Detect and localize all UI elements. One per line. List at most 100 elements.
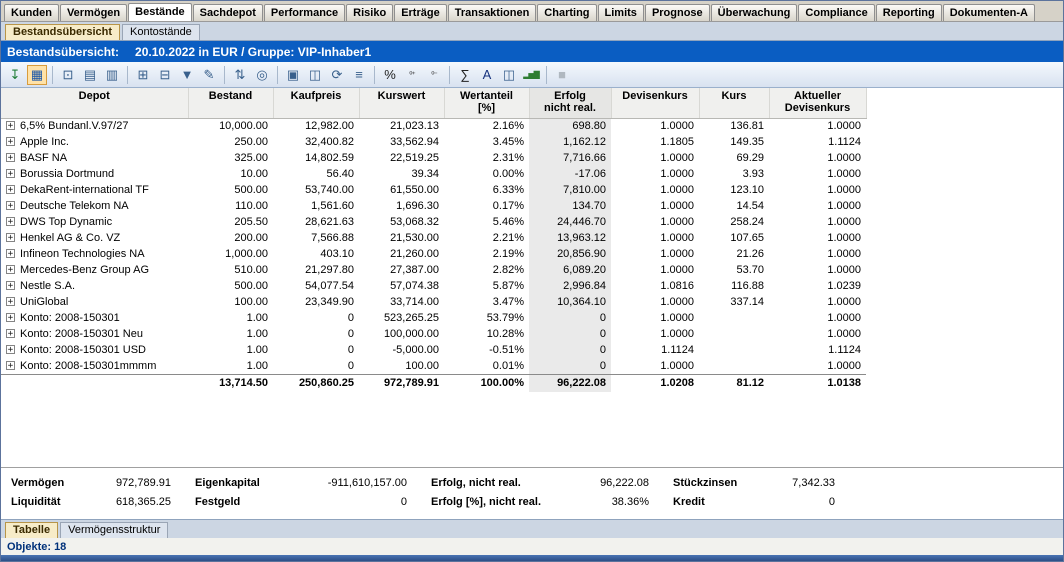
font-icon[interactable]: A (477, 65, 497, 85)
col-header-kurs[interactable]: Kurs (699, 88, 769, 118)
bottomtab-vermoegensstruktur[interactable]: Vermögensstruktur (60, 522, 168, 538)
expand-icon[interactable]: + (6, 169, 15, 178)
col-header-kurswert[interactable]: Kurswert (359, 88, 444, 118)
depot-name: Apple Inc. (20, 136, 69, 148)
tab-charting[interactable]: Charting (537, 4, 596, 21)
table-row[interactable]: +Apple Inc.250.0032,400.8233,562.943.45%… (1, 134, 866, 150)
table-row[interactable]: +DWS Top Dynamic205.5028,621.6353,068.32… (1, 214, 866, 230)
table-row[interactable]: +Henkel AG & Co. VZ200.007,566.8821,530.… (1, 230, 866, 246)
tab-ertraege[interactable]: Erträge (394, 4, 447, 21)
search-icon[interactable]: ◎ (252, 65, 272, 85)
tab-dokumenten-a[interactable]: Dokumenten-A (943, 4, 1035, 21)
split-view-icon[interactable]: ◫ (305, 65, 325, 85)
bottom-tab-bar: TabelleVermögensstruktur (1, 519, 1063, 538)
tab-sachdepot[interactable]: Sachdepot (193, 4, 263, 21)
col-header-wertanteil[interactable]: Wertanteil [%] (444, 88, 529, 118)
decimal-remove-icon[interactable]: ⁰⁻ (424, 65, 444, 85)
expand-all-icon[interactable]: ⊞ (133, 65, 153, 85)
expand-icon[interactable]: + (6, 281, 15, 290)
sub-tab-bar: BestandsübersichtKontostände (1, 22, 1063, 41)
table-row[interactable]: +DekaRent-international TF500.0053,740.0… (1, 182, 866, 198)
table-row[interactable]: +Infineon Technologies NA1,000.00403.102… (1, 246, 866, 262)
filter-edit-icon[interactable]: ✎ (199, 65, 219, 85)
table-layout-icon[interactable]: ▦ (27, 65, 47, 85)
columns-icon[interactable]: ▥ (102, 65, 122, 85)
table-row[interactable]: +Mercedes-Benz Group AG510.0021,297.8027… (1, 262, 866, 278)
table-row[interactable]: +UniGlobal100.0023,349.9033,714.003.47%1… (1, 294, 866, 310)
tab-reporting[interactable]: Reporting (876, 4, 942, 21)
subtab-bestandsuebersicht[interactable]: Bestandsübersicht (5, 24, 120, 40)
expand-icon[interactable]: + (6, 249, 15, 258)
expand-icon[interactable]: + (6, 329, 15, 338)
col-header-erfolg-nicht-real[interactable]: Erfolg nicht real. (529, 88, 611, 118)
col-header-aktueller-devisenkurs[interactable]: Aktueller Devisenkurs (769, 88, 866, 118)
summary-panel: Vermögen972,789.91Eigenkapital-911,610,1… (1, 467, 1063, 519)
expand-icon[interactable]: + (6, 361, 15, 370)
toolbar-separator (374, 66, 375, 84)
summary-liquiditaet: Liquidität618,365.25 (11, 496, 171, 508)
menu-icon[interactable]: ≡ (349, 65, 369, 85)
filter-icon[interactable]: ▼ (177, 65, 197, 85)
bottomtab-tabelle[interactable]: Tabelle (5, 522, 58, 538)
expand-icon[interactable]: + (6, 297, 15, 306)
report-icon: ■ (552, 65, 572, 85)
tab-kunden[interactable]: Kunden (4, 4, 59, 21)
table-row[interactable]: +Konto: 2008-150301 Neu1.000100,000.0010… (1, 326, 866, 342)
expand-icon[interactable]: + (6, 233, 15, 242)
table-row[interactable]: +Borussia Dortmund10.0056.4039.340.00%-1… (1, 166, 866, 182)
table-row[interactable]: +Nestle S.A.500.0054,077.5457,074.385.87… (1, 278, 866, 294)
table-row[interactable]: +Konto: 2008-150301mmmm1.000100.000.01%0… (1, 358, 866, 374)
tab-risiko[interactable]: Risiko (346, 4, 393, 21)
depot-name: UniGlobal (20, 296, 68, 308)
refresh-icon[interactable]: ⟳ (327, 65, 347, 85)
expand-icon[interactable]: + (6, 137, 15, 146)
expand-icon[interactable]: + (6, 345, 15, 354)
subtab-kontostaende[interactable]: Kontostände (122, 24, 200, 40)
tab-compliance[interactable]: Compliance (798, 4, 874, 21)
export-icon[interactable]: ↧ (5, 65, 25, 85)
summary-festgeld: Festgeld0 (195, 496, 407, 508)
summary-value: -911,610,157.00 (328, 477, 407, 489)
table-row[interactable]: +Deutsche Telekom NA110.001,561.601,696.… (1, 198, 866, 214)
summary-kredit: Kredit0 (673, 496, 835, 508)
freeze-pane-icon[interactable]: ▣ (283, 65, 303, 85)
tab-bestaende[interactable]: Bestände (128, 3, 192, 21)
tab-performance[interactable]: Performance (264, 4, 345, 21)
summary-label: Erfolg [%], nicht real. (431, 496, 541, 508)
group-columns-icon[interactable]: ◫ (499, 65, 519, 85)
expand-icon[interactable]: + (6, 201, 15, 210)
depot-name: Borussia Dortmund (20, 168, 114, 180)
expand-icon[interactable]: + (6, 153, 15, 162)
table-row[interactable]: +Konto: 2008-150301 USD1.000-5,000.00-0.… (1, 342, 866, 358)
expand-icon[interactable]: + (6, 185, 15, 194)
app-window: KundenVermögenBeständeSachdepotPerforman… (0, 0, 1064, 562)
summary-value: 38.36% (612, 496, 649, 508)
collapse-all-icon[interactable]: ⊟ (155, 65, 175, 85)
totals-row: 13,714.50250,860.25972,789.91100.00%96,2… (1, 374, 866, 392)
expand-icon[interactable]: + (6, 313, 15, 322)
sort-icon[interactable]: ⇅ (230, 65, 250, 85)
expand-icon[interactable]: + (6, 217, 15, 226)
col-header-kaufpreis[interactable]: Kaufpreis (273, 88, 359, 118)
depot-name: 6,5% Bundanl.V.97/27 (20, 120, 128, 132)
copy-icon[interactable]: ⊡ (58, 65, 78, 85)
percent-icon[interactable]: % (380, 65, 400, 85)
decimal-add-icon[interactable]: ⁰⁺ (402, 65, 422, 85)
table-row[interactable]: +BASF NA325.0014,802.5922,519.252.31%7,7… (1, 150, 866, 166)
tab-ueberwachung[interactable]: Überwachung (711, 4, 798, 21)
tab-prognose[interactable]: Prognose (645, 4, 710, 21)
expand-icon[interactable]: + (6, 265, 15, 274)
expand-icon[interactable]: + (6, 121, 15, 130)
rows-icon[interactable]: ▤ (80, 65, 100, 85)
sum-icon[interactable]: ∑ (455, 65, 475, 85)
tab-limits[interactable]: Limits (598, 4, 644, 21)
table-row[interactable]: +Konto: 2008-1503011.000523,265.2553.79%… (1, 310, 866, 326)
depot-name: Konto: 2008-150301 USD (20, 344, 146, 356)
col-header-devisenkurs[interactable]: Devisenkurs (611, 88, 699, 118)
tab-vermoegen[interactable]: Vermögen (60, 4, 127, 21)
chart-icon[interactable]: ▂▅▇ (521, 65, 541, 85)
col-header-bestand[interactable]: Bestand (188, 88, 273, 118)
col-header-depot[interactable]: Depot (1, 88, 188, 118)
tab-transaktionen[interactable]: Transaktionen (448, 4, 537, 21)
table-row[interactable]: +6,5% Bundanl.V.97/2710,000.0012,982.002… (1, 118, 866, 134)
